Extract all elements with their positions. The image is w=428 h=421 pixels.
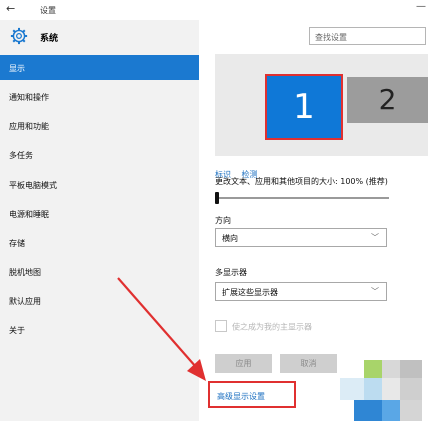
watermark-tiles: [340, 360, 428, 421]
settings-window: ← 设置 — 系统 显示 通知和操作 应用和功能 多任务 平板电脑模式 电源和睡…: [0, 0, 428, 421]
annotation-arrow: [117, 277, 206, 381]
